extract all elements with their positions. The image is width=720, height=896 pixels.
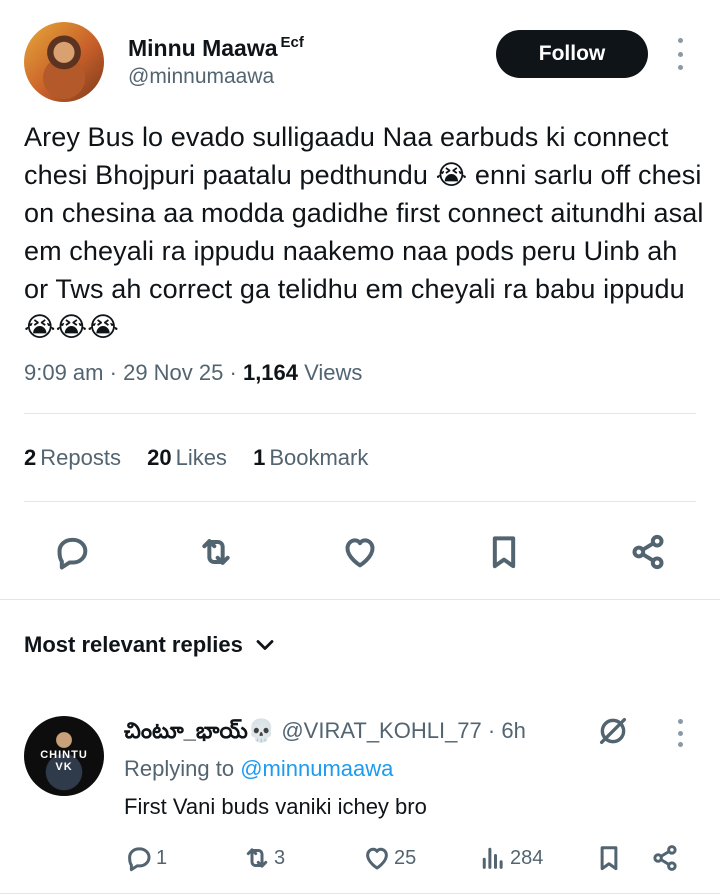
more-options-icon[interactable] (670, 38, 690, 70)
views-label: Views (304, 360, 363, 385)
reply-icon (128, 847, 151, 872)
meta-separator: · (487, 718, 502, 743)
tweet-date[interactable]: 29 Nov 25 (123, 360, 223, 385)
likes-stat[interactable]: 20 Likes (147, 445, 227, 470)
engagement-stats: 2 Reposts 20 Likes 1 Bookmark (24, 445, 388, 471)
reposts-label: Reposts (40, 445, 121, 470)
tweet-meta: 9:09 am · 29 Nov 25 · 1,164 Views (24, 360, 362, 386)
reply-age[interactable]: 6h (501, 718, 525, 743)
meta-separator: · (109, 360, 124, 385)
reply-text: First Vani buds vaniki ichey bro (124, 794, 427, 819)
author-display-name[interactable]: Minnu Maawa Ecf (128, 34, 304, 62)
reply-views-count: 284 (510, 846, 544, 869)
tweet-header: Minnu Maawa Ecf @minnumaawa Follow (0, 0, 720, 110)
replies-sort-label: Most relevant replies (24, 632, 243, 657)
repost-icon (246, 848, 268, 868)
author-handle[interactable]: @minnumaawa (128, 65, 274, 89)
replying-to-link[interactable]: @minnumaawa (240, 756, 393, 781)
repost-icon[interactable] (188, 524, 244, 580)
reply-views-button[interactable]: 284 (478, 840, 543, 876)
bookmarks-count: 1 (253, 445, 266, 470)
like-icon[interactable] (332, 524, 388, 580)
reply-share-button[interactable] (650, 840, 680, 876)
reply-reposts-count: 3 (274, 846, 286, 869)
reposts-count: 2 (24, 445, 37, 470)
likes-label: Likes (175, 445, 227, 470)
author-avatar[interactable] (24, 22, 104, 102)
tweet-text: Arey Bus lo evado sulligaadu Naa earbuds… (24, 122, 704, 342)
views-icon (482, 847, 503, 869)
reply-header: చింటూ_భాయ్💀 @VIRAT_KOHLI_77 · 6h (124, 718, 526, 749)
chevron-down-icon (256, 640, 274, 650)
reply-icon[interactable] (44, 524, 100, 580)
reply-bookmark-button[interactable] (594, 840, 624, 876)
reposts-stat[interactable]: 2 Reposts (24, 445, 121, 470)
reply-more-options-icon[interactable] (670, 719, 690, 747)
reply-action-bar: 1 3 25 284 (0, 840, 720, 876)
replies-sort-dropdown[interactable]: Most relevant replies (24, 632, 277, 658)
like-icon (366, 847, 388, 870)
grok-icon[interactable] (596, 714, 630, 748)
tweet-time[interactable]: 9:09 am (24, 360, 104, 385)
share-icon[interactable] (620, 524, 676, 580)
follow-button[interactable]: Follow (496, 30, 648, 78)
bookmark-icon (600, 846, 618, 871)
reply-like-button[interactable]: 25 (362, 840, 416, 876)
reply-avatar[interactable]: CHINTU VK (24, 716, 104, 796)
reply-likes-count: 25 (394, 846, 417, 869)
bookmarks-label: Bookmark (269, 445, 369, 470)
reply-replies-count: 1 (156, 846, 168, 869)
divider (24, 413, 696, 414)
reply-avatar-text: CHINTU VK (40, 749, 88, 773)
replying-to: Replying to @minnumaawa (124, 756, 393, 782)
meta-separator: · (229, 360, 243, 385)
reply-repost-button[interactable]: 3 (242, 840, 285, 876)
replying-prefix: Replying to (124, 756, 235, 781)
reply-handle[interactable]: @VIRAT_KOHLI_77 (281, 718, 481, 743)
bookmark-icon[interactable] (476, 524, 532, 580)
bookmarks-stat[interactable]: 1 Bookmark (253, 445, 368, 470)
author-name-suffix: Ecf (280, 34, 304, 51)
likes-count: 20 (147, 445, 172, 470)
share-icon (653, 845, 677, 871)
tweet-action-bar (0, 524, 720, 580)
reply-display-name[interactable]: చింటూ_భాయ్💀 (124, 718, 275, 743)
divider (0, 599, 720, 600)
author-name-text: Minnu Maawa (128, 35, 278, 61)
views-count: 1,164 (242, 360, 299, 385)
divider (24, 501, 696, 502)
reply-reply-button[interactable]: 1 (124, 840, 167, 876)
divider (0, 893, 720, 894)
